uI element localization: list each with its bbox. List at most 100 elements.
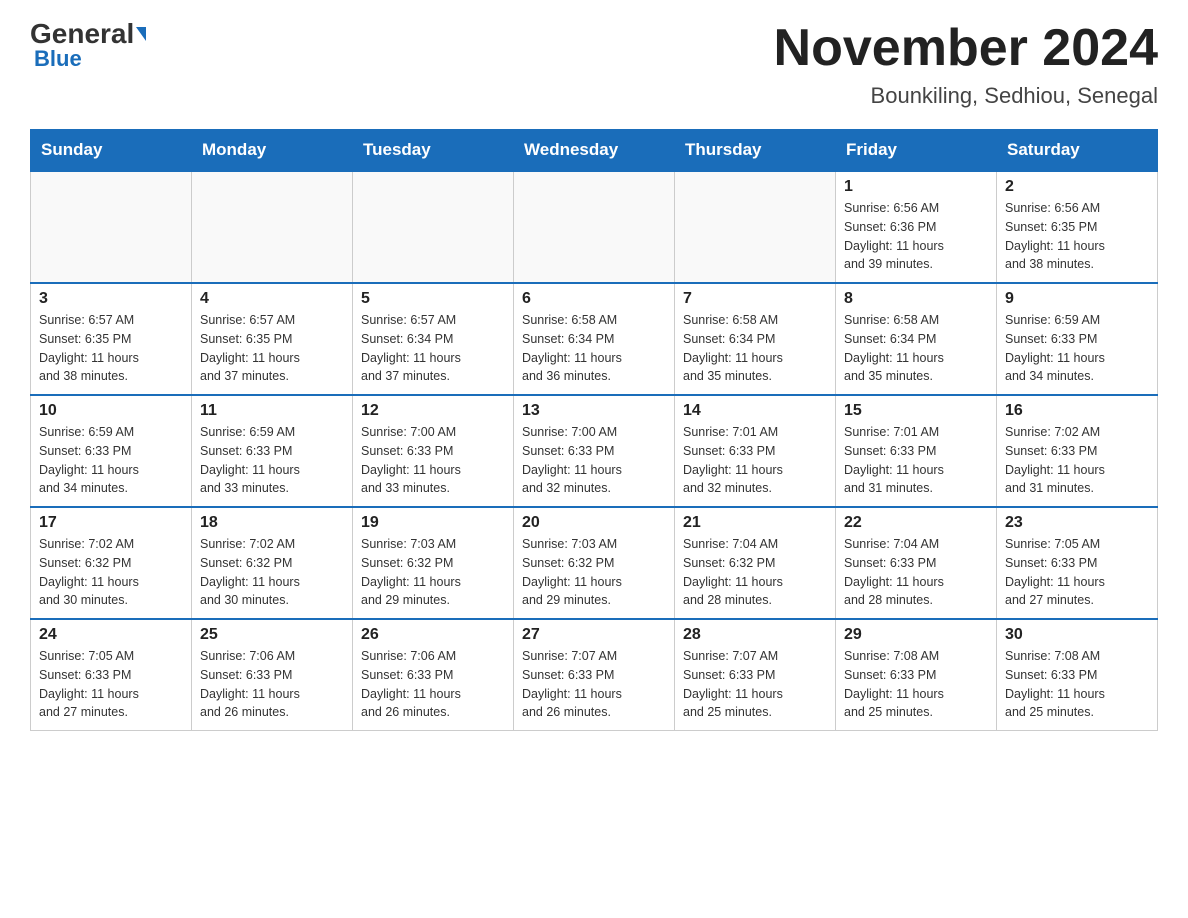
logo-blue-text: Blue bbox=[34, 46, 82, 72]
day-number: 7 bbox=[683, 290, 827, 308]
title-area: November 2024 Bounkiling, Sedhiou, Seneg… bbox=[774, 20, 1158, 109]
day-info: Sunrise: 6:57 AMSunset: 6:35 PMDaylight:… bbox=[200, 311, 344, 386]
table-row: 22Sunrise: 7:04 AMSunset: 6:33 PMDayligh… bbox=[836, 507, 997, 619]
day-number: 5 bbox=[361, 290, 505, 308]
table-row: 28 Sunrise: 7:07 AMSunset: 6:33 PMDayligh… bbox=[675, 619, 836, 731]
table-row: 8Sunrise: 6:58 AMSunset: 6:34 PMDaylight… bbox=[836, 283, 997, 395]
calendar-week-row: 24Sunrise: 7:05 AMSunset: 6:33 PMDayligh… bbox=[31, 619, 1158, 731]
table-row: 6 Sunrise: 6:58 AMSunset: 6:34 PMDaylight… bbox=[514, 283, 675, 395]
day-info: Sunrise: 6:59 AMSunset: 6:33 PMDaylight:… bbox=[1005, 311, 1149, 386]
calendar-week-row: 17 Sunrise: 7:02 AMSunset: 6:32 PMDayligh… bbox=[31, 507, 1158, 619]
header-saturday: Saturday bbox=[997, 130, 1158, 172]
day-number: 10 bbox=[39, 402, 183, 420]
table-row: 9Sunrise: 6:59 AMSunset: 6:33 PMDaylight… bbox=[997, 283, 1158, 395]
day-info: Sunrise: 7:00 AMSunset: 6:33 PMDaylight:… bbox=[361, 423, 505, 498]
table-row: 13Sunrise: 7:00 AMSunset: 6:33 PMDayligh… bbox=[514, 395, 675, 507]
header-tuesday: Tuesday bbox=[353, 130, 514, 172]
day-info: Sunrise: 6:58 AMSunset: 6:34 PMDaylight:… bbox=[522, 311, 666, 386]
day-number: 1 bbox=[844, 178, 988, 196]
day-number: 6 bbox=[522, 290, 666, 308]
header-sunday: Sunday bbox=[31, 130, 192, 172]
table-row: 23 Sunrise: 7:05 AMSunset: 6:33 PMDayligh… bbox=[997, 507, 1158, 619]
day-number: 23 bbox=[1005, 514, 1149, 532]
table-row: 25 Sunrise: 7:06 AMSunset: 6:33 PMDayligh… bbox=[192, 619, 353, 731]
day-number: 25 bbox=[200, 626, 344, 644]
day-info: Sunrise: 6:58 AMSunset: 6:34 PMDaylight:… bbox=[683, 311, 827, 386]
table-row: 20 Sunrise: 7:03 AMSunset: 6:32 PMDayligh… bbox=[514, 507, 675, 619]
day-number: 24 bbox=[39, 626, 183, 644]
day-info: Sunrise: 7:01 AMSunset: 6:33 PMDaylight:… bbox=[683, 423, 827, 498]
calendar-table: Sunday Monday Tuesday Wednesday Thursday… bbox=[30, 129, 1158, 731]
table-row: 21 Sunrise: 7:04 AMSunset: 6:32 PMDayligh… bbox=[675, 507, 836, 619]
day-info: Sunrise: 7:04 AMSunset: 6:33 PMDaylight:… bbox=[844, 535, 988, 610]
table-row: 2Sunrise: 6:56 AMSunset: 6:35 PMDaylight… bbox=[997, 171, 1158, 283]
day-number: 12 bbox=[361, 402, 505, 420]
table-row: 17 Sunrise: 7:02 AMSunset: 6:32 PMDayligh… bbox=[31, 507, 192, 619]
day-info: Sunrise: 7:06 AMSunset: 6:33 PMDaylight:… bbox=[200, 647, 344, 722]
table-row: 27 Sunrise: 7:07 AMSunset: 6:33 PMDayligh… bbox=[514, 619, 675, 731]
day-number: 14 bbox=[683, 402, 827, 420]
table-row bbox=[192, 171, 353, 283]
day-info: Sunrise: 7:02 AMSunset: 6:33 PMDaylight:… bbox=[1005, 423, 1149, 498]
day-info: Sunrise: 7:02 AMSunset: 6:32 PMDaylight:… bbox=[200, 535, 344, 610]
table-row: 18 Sunrise: 7:02 AMSunset: 6:32 PMDayligh… bbox=[192, 507, 353, 619]
day-number: 30 bbox=[1005, 626, 1149, 644]
table-row: 10 Sunrise: 6:59 AMSunset: 6:33 PMDayligh… bbox=[31, 395, 192, 507]
day-info: Sunrise: 6:57 AMSunset: 6:35 PMDaylight:… bbox=[39, 311, 183, 386]
table-row: 15 Sunrise: 7:01 AMSunset: 6:33 PMDayligh… bbox=[836, 395, 997, 507]
day-number: 27 bbox=[522, 626, 666, 644]
table-row: 26 Sunrise: 7:06 AMSunset: 6:33 PMDayligh… bbox=[353, 619, 514, 731]
day-number: 17 bbox=[39, 514, 183, 532]
day-number: 21 bbox=[683, 514, 827, 532]
table-row: 29Sunrise: 7:08 AMSunset: 6:33 PMDayligh… bbox=[836, 619, 997, 731]
day-info: Sunrise: 6:59 AMSunset: 6:33 PMDaylight:… bbox=[200, 423, 344, 498]
calendar-week-row: 10 Sunrise: 6:59 AMSunset: 6:33 PMDayligh… bbox=[31, 395, 1158, 507]
day-number: 4 bbox=[200, 290, 344, 308]
location-title: Bounkiling, Sedhiou, Senegal bbox=[774, 83, 1158, 109]
day-number: 18 bbox=[200, 514, 344, 532]
day-info: Sunrise: 7:03 AMSunset: 6:32 PMDaylight:… bbox=[522, 535, 666, 610]
table-row: 4 Sunrise: 6:57 AMSunset: 6:35 PMDaylight… bbox=[192, 283, 353, 395]
logo: General Blue bbox=[30, 20, 146, 72]
table-row: 3Sunrise: 6:57 AMSunset: 6:35 PMDaylight… bbox=[31, 283, 192, 395]
day-number: 20 bbox=[522, 514, 666, 532]
day-info: Sunrise: 7:02 AMSunset: 6:32 PMDaylight:… bbox=[39, 535, 183, 610]
header-monday: Monday bbox=[192, 130, 353, 172]
day-info: Sunrise: 7:05 AMSunset: 6:33 PMDaylight:… bbox=[1005, 535, 1149, 610]
day-number: 26 bbox=[361, 626, 505, 644]
day-info: Sunrise: 6:56 AMSunset: 6:36 PMDaylight:… bbox=[844, 199, 988, 274]
day-info: Sunrise: 7:08 AMSunset: 6:33 PMDaylight:… bbox=[844, 647, 988, 722]
day-number: 11 bbox=[200, 402, 344, 420]
calendar-week-row: 1 Sunrise: 6:56 AMSunset: 6:36 PMDaylight… bbox=[31, 171, 1158, 283]
calendar-week-row: 3Sunrise: 6:57 AMSunset: 6:35 PMDaylight… bbox=[31, 283, 1158, 395]
day-number: 28 bbox=[683, 626, 827, 644]
table-row bbox=[31, 171, 192, 283]
table-row: 7 Sunrise: 6:58 AMSunset: 6:34 PMDaylight… bbox=[675, 283, 836, 395]
weekday-header-row: Sunday Monday Tuesday Wednesday Thursday… bbox=[31, 130, 1158, 172]
table-row: 1 Sunrise: 6:56 AMSunset: 6:36 PMDaylight… bbox=[836, 171, 997, 283]
day-info: Sunrise: 7:07 AMSunset: 6:33 PMDaylight:… bbox=[522, 647, 666, 722]
day-info: Sunrise: 6:56 AMSunset: 6:35 PMDaylight:… bbox=[1005, 199, 1149, 274]
day-number: 19 bbox=[361, 514, 505, 532]
header-friday: Friday bbox=[836, 130, 997, 172]
day-info: Sunrise: 7:01 AMSunset: 6:33 PMDaylight:… bbox=[844, 423, 988, 498]
day-info: Sunrise: 7:03 AMSunset: 6:32 PMDaylight:… bbox=[361, 535, 505, 610]
header-thursday: Thursday bbox=[675, 130, 836, 172]
logo-arrow-icon bbox=[136, 27, 146, 41]
day-number: 16 bbox=[1005, 402, 1149, 420]
logo-general-text: General bbox=[30, 20, 134, 48]
table-row: 16 Sunrise: 7:02 AMSunset: 6:33 PMDayligh… bbox=[997, 395, 1158, 507]
table-row: 14 Sunrise: 7:01 AMSunset: 6:33 PMDayligh… bbox=[675, 395, 836, 507]
day-number: 15 bbox=[844, 402, 988, 420]
day-info: Sunrise: 7:00 AMSunset: 6:33 PMDaylight:… bbox=[522, 423, 666, 498]
day-info: Sunrise: 6:59 AMSunset: 6:33 PMDaylight:… bbox=[39, 423, 183, 498]
day-info: Sunrise: 7:06 AMSunset: 6:33 PMDaylight:… bbox=[361, 647, 505, 722]
day-info: Sunrise: 7:04 AMSunset: 6:32 PMDaylight:… bbox=[683, 535, 827, 610]
day-info: Sunrise: 7:07 AMSunset: 6:33 PMDaylight:… bbox=[683, 647, 827, 722]
table-row: 11 Sunrise: 6:59 AMSunset: 6:33 PMDayligh… bbox=[192, 395, 353, 507]
month-title: November 2024 bbox=[774, 20, 1158, 77]
table-row: 30 Sunrise: 7:08 AMSunset: 6:33 PMDayligh… bbox=[997, 619, 1158, 731]
table-row: 24Sunrise: 7:05 AMSunset: 6:33 PMDayligh… bbox=[31, 619, 192, 731]
table-row: 12 Sunrise: 7:00 AMSunset: 6:33 PMDayligh… bbox=[353, 395, 514, 507]
day-info: Sunrise: 7:08 AMSunset: 6:33 PMDaylight:… bbox=[1005, 647, 1149, 722]
